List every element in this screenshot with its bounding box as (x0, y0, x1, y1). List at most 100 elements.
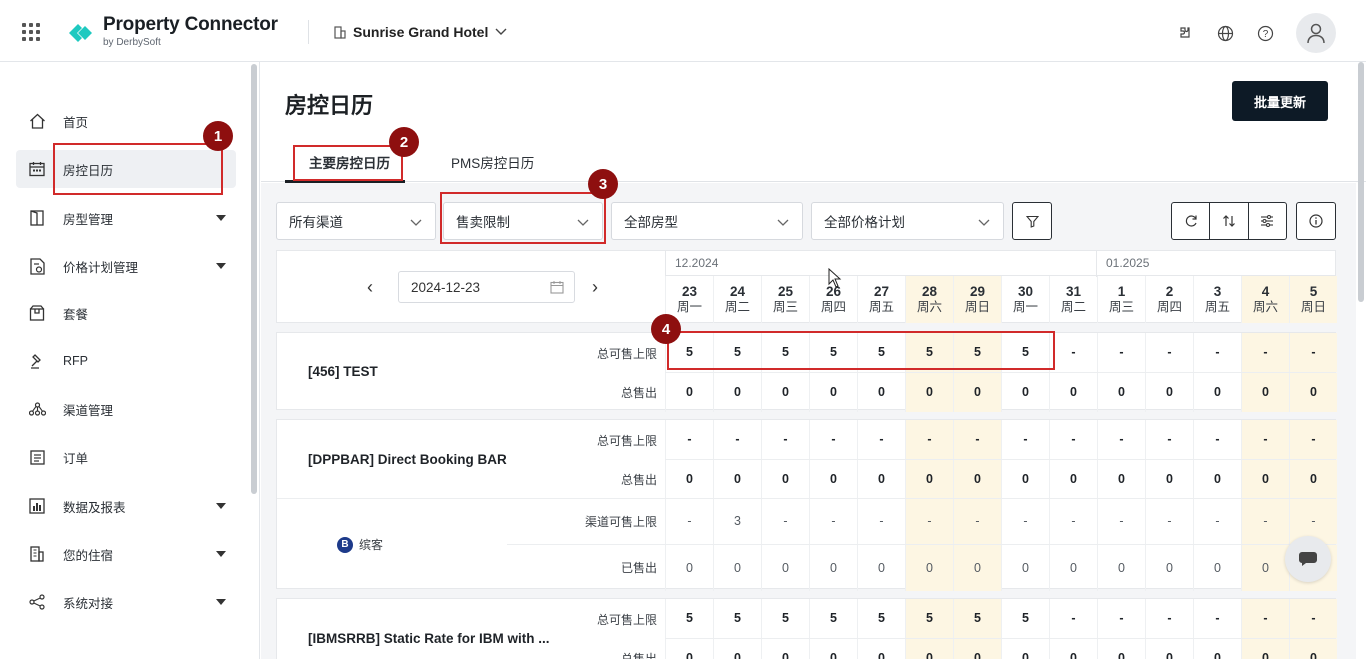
calendar-cell[interactable]: - (1097, 333, 1145, 372)
calendar-cell[interactable]: - (761, 499, 809, 544)
filter-button[interactable] (1012, 202, 1052, 240)
calendar-cell[interactable]: - (1001, 499, 1049, 544)
next-date-button[interactable]: › (592, 277, 598, 298)
sidebar-item-channels[interactable]: 渠道管理 (16, 390, 236, 428)
calendar-cell[interactable]: 0 (761, 373, 809, 412)
date-picker[interactable]: 2024-12-23 (398, 271, 575, 303)
calendar-cell[interactable]: 5 (809, 599, 857, 638)
calendar-cell[interactable]: - (1289, 333, 1337, 372)
calendar-cell[interactable]: 0 (713, 373, 761, 412)
calendar-cell[interactable]: - (1241, 333, 1289, 372)
calendar-cell[interactable]: 0 (857, 639, 905, 659)
calendar-cell[interactable]: 5 (665, 599, 713, 638)
settings-button[interactable] (1249, 203, 1286, 239)
calendar-cell[interactable]: - (857, 499, 905, 544)
calendar-cell[interactable]: - (1001, 420, 1049, 459)
calendar-cell[interactable]: - (1241, 599, 1289, 638)
rate-plan-name[interactable]: [DPPBAR] Direct Booking BAR (308, 452, 507, 467)
channel-filter[interactable]: 所有渠道 (276, 202, 436, 240)
calendar-cell[interactable]: 0 (1193, 639, 1241, 659)
calendar-cell[interactable]: 0 (857, 460, 905, 499)
calendar-cell[interactable]: 0 (713, 460, 761, 499)
calendar-cell[interactable]: 0 (1289, 373, 1337, 412)
sidebar-item-rate-plans[interactable]: 价格计划管理 (16, 247, 236, 285)
calendar-cell[interactable]: 0 (761, 639, 809, 659)
calendar-cell[interactable]: 0 (857, 545, 905, 591)
calendar-cell[interactable]: 0 (1049, 639, 1097, 659)
help-icon[interactable]: ? (1252, 20, 1278, 46)
calendar-cell[interactable]: - (1049, 333, 1097, 372)
sidebar-item-orders[interactable]: 订单 (16, 438, 236, 476)
sort-button[interactable] (1210, 203, 1249, 239)
room-type-filter[interactable]: 全部房型 (611, 202, 803, 240)
calendar-cell[interactable]: 0 (1193, 460, 1241, 499)
calendar-cell[interactable]: 0 (665, 545, 713, 591)
calendar-cell[interactable]: 0 (1049, 545, 1097, 591)
puzzle-icon[interactable] (1172, 20, 1198, 46)
calendar-cell[interactable]: 0 (1241, 545, 1289, 591)
globe-icon[interactable] (1212, 20, 1238, 46)
calendar-cell[interactable]: - (1241, 499, 1289, 544)
chat-button[interactable] (1285, 536, 1331, 582)
calendar-cell[interactable]: 0 (1193, 545, 1241, 591)
calendar-cell[interactable]: - (1145, 499, 1193, 544)
calendar-cell[interactable]: - (665, 420, 713, 459)
calendar-cell[interactable]: - (1049, 599, 1097, 638)
main-scrollbar[interactable] (1358, 62, 1364, 302)
calendar-cell[interactable]: 0 (1289, 639, 1337, 659)
calendar-cell[interactable]: 0 (809, 373, 857, 412)
calendar-cell[interactable]: 0 (905, 460, 953, 499)
calendar-cell[interactable]: - (1193, 420, 1241, 459)
sidebar-item-reports[interactable]: 数据及报表 (16, 487, 236, 525)
calendar-cell[interactable]: - (953, 420, 1001, 459)
brand[interactable]: Property Connector by DerbySoft (103, 14, 278, 48)
rate-plan-filter[interactable]: 全部价格计划 (811, 202, 1004, 240)
calendar-cell[interactable]: - (665, 499, 713, 544)
calendar-cell[interactable]: 0 (809, 545, 857, 591)
calendar-cell[interactable]: 0 (761, 545, 809, 591)
calendar-cell[interactable]: 0 (1241, 460, 1289, 499)
sidebar-item-packages[interactable]: 套餐 (16, 294, 236, 332)
app-grid-icon[interactable] (22, 23, 40, 41)
calendar-cell[interactable]: - (1145, 420, 1193, 459)
calendar-cell[interactable]: 0 (1241, 373, 1289, 412)
calendar-cell[interactable]: 0 (953, 639, 1001, 659)
calendar-cell[interactable]: 0 (1241, 639, 1289, 659)
tab-pms-calendar[interactable]: PMS房控日历 (451, 152, 534, 172)
calendar-cell[interactable]: 3 (713, 499, 761, 544)
calendar-cell[interactable]: - (905, 499, 953, 544)
calendar-cell[interactable]: 5 (1001, 599, 1049, 638)
calendar-cell[interactable]: 0 (1145, 545, 1193, 591)
calendar-cell[interactable]: 0 (953, 460, 1001, 499)
calendar-cell[interactable]: 0 (1097, 639, 1145, 659)
calendar-cell[interactable]: 0 (1001, 639, 1049, 659)
calendar-cell[interactable]: 0 (809, 639, 857, 659)
calendar-cell[interactable]: 0 (713, 639, 761, 659)
calendar-cell[interactable]: 5 (905, 599, 953, 638)
hotel-selector[interactable]: Sunrise Grand Hotel (334, 24, 507, 40)
calendar-cell[interactable]: - (1049, 420, 1097, 459)
calendar-cell[interactable]: 0 (905, 373, 953, 412)
calendar-cell[interactable]: - (1097, 420, 1145, 459)
sidebar-item-rfp[interactable]: RFP (16, 342, 236, 380)
calendar-cell[interactable]: - (809, 420, 857, 459)
calendar-cell[interactable]: 0 (1001, 460, 1049, 499)
sidebar-item-your-property[interactable]: 您的住宿 (16, 535, 236, 573)
calendar-cell[interactable]: 0 (905, 545, 953, 591)
sidebar-item-integration[interactable]: 系统对接 (16, 583, 236, 621)
calendar-cell[interactable]: 0 (665, 639, 713, 659)
calendar-cell[interactable]: 5 (953, 599, 1001, 638)
calendar-cell[interactable]: 5 (761, 599, 809, 638)
calendar-cell[interactable]: - (1145, 599, 1193, 638)
calendar-cell[interactable]: 0 (1097, 545, 1145, 591)
user-avatar[interactable] (1296, 13, 1336, 53)
calendar-cell[interactable]: 0 (809, 460, 857, 499)
calendar-cell[interactable]: 0 (905, 639, 953, 659)
calendar-cell[interactable]: 0 (665, 460, 713, 499)
calendar-cell[interactable]: - (1193, 499, 1241, 544)
calendar-cell[interactable]: - (761, 420, 809, 459)
rate-plan-name[interactable]: [IBMSRRB] Static Rate for IBM with ... (308, 631, 550, 646)
calendar-cell[interactable]: 0 (761, 460, 809, 499)
calendar-cell[interactable]: 5 (713, 599, 761, 638)
calendar-cell[interactable]: 0 (1001, 545, 1049, 591)
